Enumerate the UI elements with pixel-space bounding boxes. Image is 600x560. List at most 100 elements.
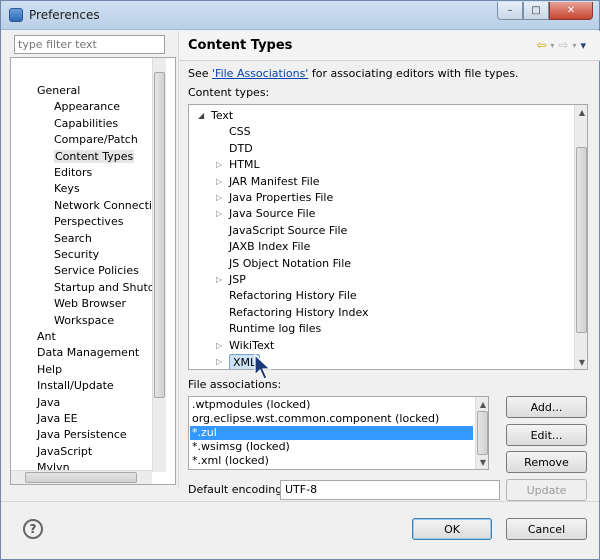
nav-item[interactable]: Data Management	[37, 345, 139, 361]
nav-item-label: Help	[37, 362, 63, 376]
forward-arrow-icon[interactable]: ⇨	[558, 38, 568, 52]
back-arrow-icon[interactable]: ⇦	[536, 38, 546, 52]
file-associations-link[interactable]: 'File Associations'	[212, 67, 308, 80]
collapsed-arrow-icon[interactable]: ▷	[216, 272, 222, 288]
close-button[interactable]: ✕	[549, 2, 593, 20]
back-dropdown-icon[interactable]: ▾	[550, 41, 554, 50]
cancel-button[interactable]: Cancel	[506, 518, 587, 540]
window-title: Preferences	[29, 8, 100, 22]
edit-button[interactable]: Edit...	[506, 424, 587, 446]
nav-item-label: Search	[54, 231, 92, 245]
scroll-down-icon[interactable]: ▼	[575, 355, 587, 369]
expanded-arrow-icon[interactable]: ◢	[198, 108, 204, 124]
nav-item[interactable]: Security	[54, 247, 99, 263]
nav-item[interactable]: Web Browser	[54, 296, 126, 312]
remove-button[interactable]: Remove	[506, 451, 587, 473]
content-type-row[interactable]: ▷ JAR Manifest File	[189, 174, 569, 190]
assoc-scroll-up-icon[interactable]: ▲	[476, 397, 488, 411]
nav-item[interactable]: General	[37, 83, 80, 99]
content-type-label: Text	[211, 109, 234, 122]
content-types-page: Content Types ⇦ ▾ ⇨ ▾ ▾ See 'File Associ…	[178, 31, 600, 501]
nav-item[interactable]: Help	[37, 362, 62, 378]
minimize-icon: –	[507, 5, 513, 16]
nav-item-label: Editors	[54, 166, 93, 179]
nav-item[interactable]: Compare/Patch	[54, 132, 138, 148]
nav-item[interactable]: Appearance	[54, 99, 120, 115]
help-icon[interactable]: ?	[23, 519, 43, 539]
content-type-row[interactable]: DTD	[189, 141, 569, 157]
file-association-item[interactable]: *.xml (locked)	[190, 454, 473, 468]
nav-item[interactable]: Java	[37, 395, 60, 411]
content-type-row[interactable]: ▷ Java Properties File	[189, 190, 569, 206]
forward-dropdown-icon[interactable]: ▾	[572, 41, 576, 50]
nav-item[interactable]: JavaScript	[37, 444, 92, 460]
filter-input[interactable]	[14, 35, 165, 54]
assoc-scroll-down-icon[interactable]: ▼	[476, 455, 488, 469]
tree-horizontal-scrollbar[interactable]	[11, 470, 152, 484]
update-button[interactable]: Update	[506, 479, 587, 501]
nav-item-label: Data Management	[37, 346, 140, 360]
content-type-row[interactable]: ▷ HTML	[189, 157, 569, 173]
collapsed-arrow-icon[interactable]: ▷	[216, 338, 222, 354]
content-type-row[interactable]: Refactoring History File	[189, 288, 569, 304]
tree-vertical-scrollbar[interactable]	[152, 58, 166, 472]
content-type-row[interactable]: ▷ WikiText	[189, 338, 569, 354]
content-type-label: Refactoring History File	[229, 289, 357, 303]
collapsed-arrow-icon[interactable]: ▷	[216, 174, 222, 190]
nav-item[interactable]: Search	[54, 231, 92, 247]
tree-horizontal-scroll-thumb[interactable]	[25, 472, 137, 483]
file-association-item[interactable]: org.eclipse.wst.common.component (locked…	[190, 412, 473, 426]
content-type-row[interactable]: ▷ Java Source File	[189, 206, 569, 222]
content-type-row[interactable]: Refactoring History Index	[189, 305, 569, 321]
add-button[interactable]: Add...	[506, 396, 587, 418]
tree-vertical-scroll-thumb[interactable]	[154, 72, 165, 398]
content-type-label: JS Object Notation File	[229, 256, 352, 270]
content-type-row[interactable]: ◢ Text	[189, 108, 569, 124]
collapsed-arrow-icon[interactable]: ▷	[216, 206, 222, 222]
content-type-row[interactable]: Runtime log files	[189, 321, 569, 337]
assoc-vertical-scroll-thumb[interactable]	[477, 411, 488, 455]
nav-item[interactable]: Perspectives	[54, 214, 123, 230]
content-type-row[interactable]: ▷ JSP	[189, 272, 569, 288]
nav-item[interactable]: Capabilities	[54, 116, 118, 132]
nav-item[interactable]: Ant	[37, 329, 56, 345]
nav-item[interactable]: Service Policies	[54, 263, 139, 279]
default-encoding-field[interactable]: UTF-8	[280, 480, 500, 500]
title-bar[interactable]: Preferences – □ ✕	[1, 1, 599, 30]
file-association-item[interactable]: *.wsimsg (locked)	[190, 440, 473, 454]
collapsed-arrow-icon[interactable]: ▷	[216, 157, 222, 173]
assoc-vertical-scrollbar[interactable]: ▲ ▼	[475, 397, 488, 469]
content-type-row[interactable]: JavaScript Source File	[189, 223, 569, 239]
types-vertical-scroll-thumb[interactable]	[576, 147, 587, 333]
nav-item[interactable]: Content Types	[54, 149, 135, 165]
content-type-row[interactable]: JS Object Notation File	[189, 256, 569, 272]
collapsed-arrow-icon[interactable]: ▷	[216, 354, 222, 369]
nav-item[interactable]: Workspace	[54, 313, 114, 329]
content-type-label: Runtime log files	[229, 322, 322, 336]
maximize-button[interactable]: □	[523, 2, 549, 20]
nav-item-label: Perspectives	[54, 215, 124, 229]
minimize-button[interactable]: –	[497, 2, 523, 20]
content-type-row[interactable]: JAXB Index File	[189, 239, 569, 255]
content-type-label: JavaScript Source File	[229, 223, 348, 237]
scroll-up-icon[interactable]: ▲	[575, 105, 587, 119]
content-type-label: JSP	[229, 273, 246, 286]
preference-tree-list: General Appearance Capabilities Compare/Pat…	[11, 58, 152, 472]
file-association-item[interactable]: .wtpmodules (locked)	[190, 398, 473, 412]
nav-item[interactable]: Java EE	[37, 411, 78, 427]
nav-item[interactable]: Editors	[54, 165, 92, 181]
types-vertical-scrollbar[interactable]: ▲ ▼	[574, 105, 587, 369]
nav-item[interactable]: Startup and Shutdown	[54, 280, 152, 296]
nav-item[interactable]: Keys	[54, 181, 80, 197]
nav-item-label: Install/Update	[37, 379, 114, 393]
file-association-item[interactable]: *.zul	[190, 426, 473, 440]
nav-item[interactable]: Network Connection	[54, 198, 152, 214]
content-type-row[interactable]: CSS	[189, 124, 569, 140]
collapsed-arrow-icon[interactable]: ▷	[216, 190, 222, 206]
ok-button[interactable]: OK	[412, 518, 492, 540]
view-menu-icon[interactable]: ▾	[580, 39, 586, 52]
nav-item[interactable]: Install/Update	[37, 378, 114, 394]
page-description: See 'File Associations' for associating …	[188, 67, 519, 80]
content-type-row[interactable]: ▷ XML	[189, 354, 569, 369]
nav-item[interactable]: Java Persistence	[37, 427, 127, 443]
